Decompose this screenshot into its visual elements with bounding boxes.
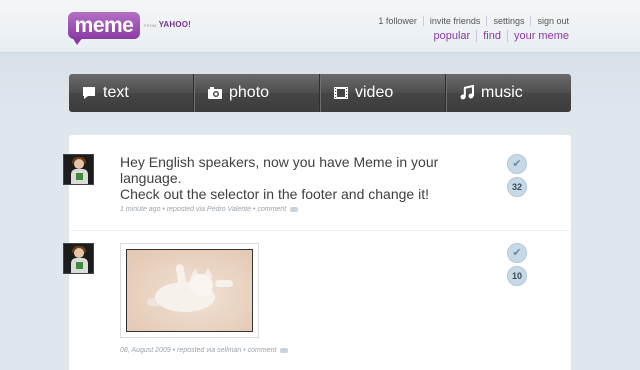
comment-link[interactable]: comment xyxy=(248,347,277,354)
avatar[interactable] xyxy=(63,243,94,274)
repost-count: 10 xyxy=(507,266,527,286)
post-video-button[interactable]: video xyxy=(320,74,446,112)
film-icon xyxy=(333,85,349,101)
yahoo-label: YAHOO! xyxy=(158,20,192,29)
list-item: 08, August 2009 • reposted via sellman •… xyxy=(63,231,571,370)
meme-logo[interactable]: meme xyxy=(68,12,140,45)
post-photo[interactable] xyxy=(120,243,259,338)
sign-out-link[interactable]: sign out xyxy=(530,16,569,26)
post-meta: 1 minute ago • reposted via Pedro Valent… xyxy=(120,206,299,213)
checkmark-icon: ✔ xyxy=(512,158,522,170)
post-video-label: video xyxy=(355,84,394,101)
logo-tail xyxy=(72,37,83,45)
list-item: Hey English speakers, now you have Meme … xyxy=(63,135,571,231)
post-photo-button[interactable]: photo xyxy=(194,74,320,112)
comment-icon xyxy=(280,347,289,353)
settings-link[interactable]: settings xyxy=(486,16,530,26)
comment-icon xyxy=(290,206,299,212)
nav-your-meme[interactable]: your meme xyxy=(506,30,569,42)
nav-popular[interactable]: popular xyxy=(434,30,477,42)
nav-find[interactable]: find xyxy=(476,30,507,42)
post-type-bar: text photo video music xyxy=(69,74,571,112)
post-music-label: music xyxy=(481,84,523,101)
post-text: Hey English speakers, now you have Meme … xyxy=(120,154,450,202)
post-photo-label: photo xyxy=(229,84,270,101)
camera-icon xyxy=(207,85,223,101)
post-text-line: Hey English speakers, now you have Meme … xyxy=(120,154,439,186)
from-label: FROM xyxy=(144,23,157,28)
repost-button[interactable]: ✔ xyxy=(507,154,527,174)
repost-via[interactable]: reposted via sellman xyxy=(177,347,241,354)
repost-via[interactable]: reposted via Pedro Valente xyxy=(167,206,251,213)
post-text-line: Check out the selector in the footer and… xyxy=(120,186,429,202)
kitten-photo xyxy=(126,249,253,332)
post-meta: 08, August 2009 • reposted via sellman •… xyxy=(120,347,289,354)
followers-link[interactable]: 1 follower xyxy=(372,16,423,26)
timeline: Hey English speakers, now you have Meme … xyxy=(63,135,571,370)
repost-button[interactable]: ✔ xyxy=(507,243,527,263)
post-time: 1 minute ago xyxy=(120,206,161,213)
repost-count: 32 xyxy=(507,177,527,197)
post-text-button[interactable]: text xyxy=(69,74,194,112)
music-note-icon xyxy=(459,84,475,101)
avatar[interactable] xyxy=(63,154,94,185)
logo-text: meme xyxy=(68,12,140,39)
post-text-label: text xyxy=(103,84,129,101)
account-links: 1 follower invite friends settings sign … xyxy=(372,16,569,26)
checkmark-icon: ✔ xyxy=(512,247,522,259)
main-nav: popular find your meme xyxy=(434,30,569,42)
speech-bubble-icon xyxy=(81,85,97,101)
post-music-button[interactable]: music xyxy=(446,74,571,112)
post-time: 08, August 2009 xyxy=(120,347,171,354)
invite-friends-link[interactable]: invite friends xyxy=(422,16,487,26)
header: meme FROM YAHOO! 1 follower invite friend… xyxy=(0,0,640,53)
yahoo-brand: FROM YAHOO! xyxy=(144,20,191,29)
comment-link[interactable]: comment xyxy=(257,206,286,213)
